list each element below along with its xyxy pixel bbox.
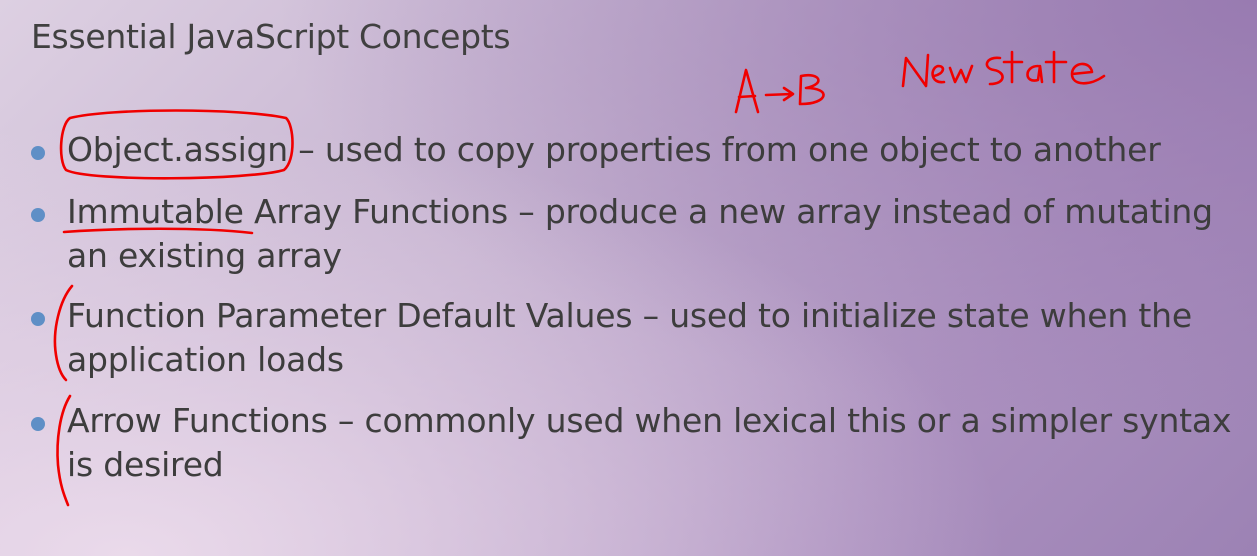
slide: Essential JavaScript Concepts Object.ass… bbox=[0, 0, 1257, 556]
ink-word-new bbox=[901, 53, 974, 88]
slide-title: Essential JavaScript Concepts bbox=[31, 17, 511, 56]
ink-letter-b bbox=[798, 73, 825, 106]
bullet-line: Arrow Functions – commonly used when lex… bbox=[67, 401, 1232, 440]
bullet-line: Object.assign – used to copy properties … bbox=[67, 130, 1161, 169]
bullet-text: Immutable Array Functions – produce a ne… bbox=[67, 186, 1237, 282]
ink-word-state bbox=[985, 50, 1106, 86]
bullet-dot-icon bbox=[31, 417, 45, 431]
ink-letter-a bbox=[734, 68, 760, 114]
bullet-text: Function Parameter Default Values – used… bbox=[67, 290, 1237, 386]
bullet-dot-icon bbox=[31, 146, 45, 160]
bullet-text: Arrow Functions – commonly used when lex… bbox=[67, 395, 1237, 491]
bullet-dot-icon bbox=[31, 208, 45, 222]
bullet-dot-icon bbox=[31, 312, 45, 326]
ink-arrow bbox=[764, 86, 795, 102]
bullet-text: Object.assign – used to copy properties … bbox=[67, 124, 1237, 176]
